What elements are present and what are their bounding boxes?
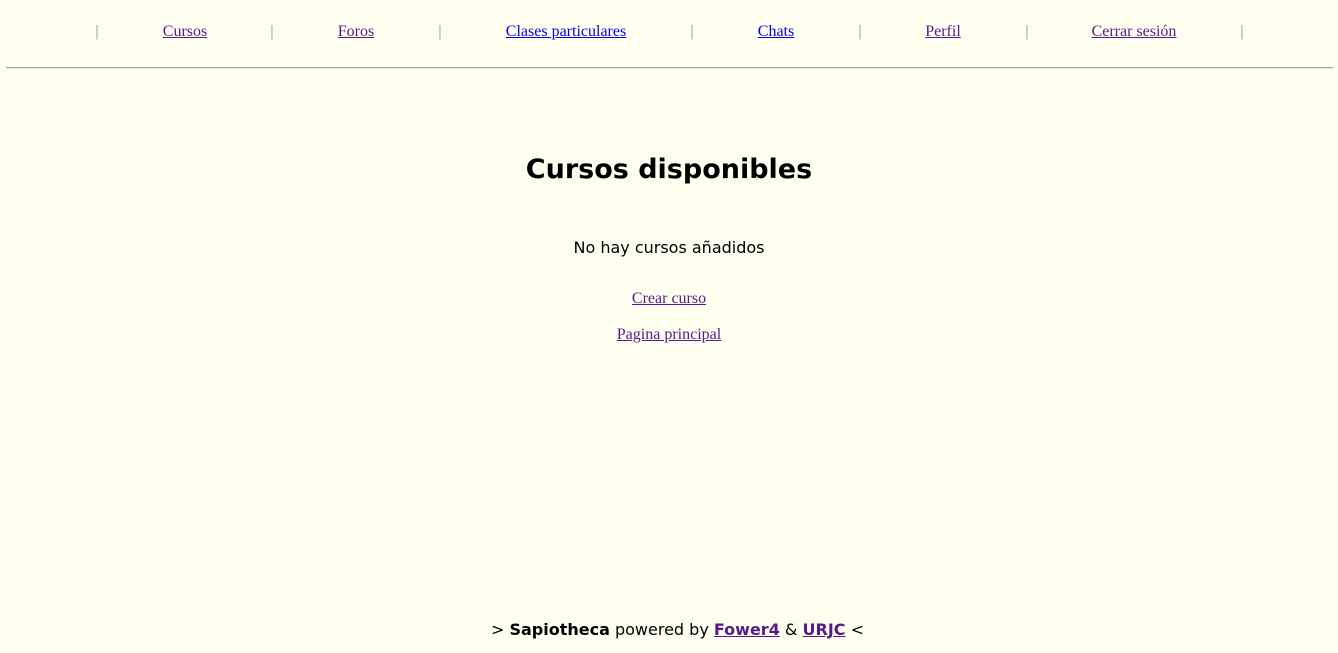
nav-link-clases-particulares[interactable]: Clases particulares [506, 22, 626, 42]
nav-separator: | [858, 23, 862, 40]
nav-separator: | [95, 23, 99, 40]
nav-separator: | [1025, 23, 1029, 40]
nav-separator: | [690, 23, 694, 40]
nav-link-cursos[interactable]: Cursos [163, 22, 207, 42]
nav-separator: | [438, 23, 442, 40]
empty-courses-message: No hay cursos añadidos [573, 238, 765, 257]
footer-link-urjc[interactable]: URJC [803, 620, 846, 639]
create-course-link[interactable]: Crear curso [632, 290, 706, 307]
nav-link-chats[interactable]: Chats [758, 22, 794, 42]
nav-link-foros[interactable]: Foros [338, 22, 374, 42]
top-nav: | Cursos | Foros | Clases particulares |… [0, 20, 1338, 46]
footer-suffix: < [850, 620, 865, 639]
create-course-row: Crear curso [0, 289, 1338, 309]
nav-separator: | [1240, 23, 1244, 40]
nav-separator: | [270, 23, 274, 40]
footer-link-fower4[interactable]: Fower4 [714, 620, 780, 639]
page: | Cursos | Foros | Clases particulares |… [0, 0, 1338, 653]
footer: > Sapiotheca powered by Fower4 & URJC < [0, 620, 1338, 640]
footer-prefix: > [490, 620, 505, 639]
home-page-link[interactable]: Pagina principal [617, 326, 721, 343]
nav-divider [6, 67, 1333, 69]
page-title: Cursos disponibles [525, 154, 813, 185]
footer-ampersand: & [784, 620, 798, 639]
nav-link-cerrar-sesion[interactable]: Cerrar sesión [1092, 22, 1177, 42]
nav-link-perfil[interactable]: Perfil [925, 22, 961, 42]
footer-powered-by: powered by [614, 620, 709, 639]
footer-brand: Sapiotheca [509, 620, 610, 639]
home-row: Pagina principal [0, 325, 1338, 345]
